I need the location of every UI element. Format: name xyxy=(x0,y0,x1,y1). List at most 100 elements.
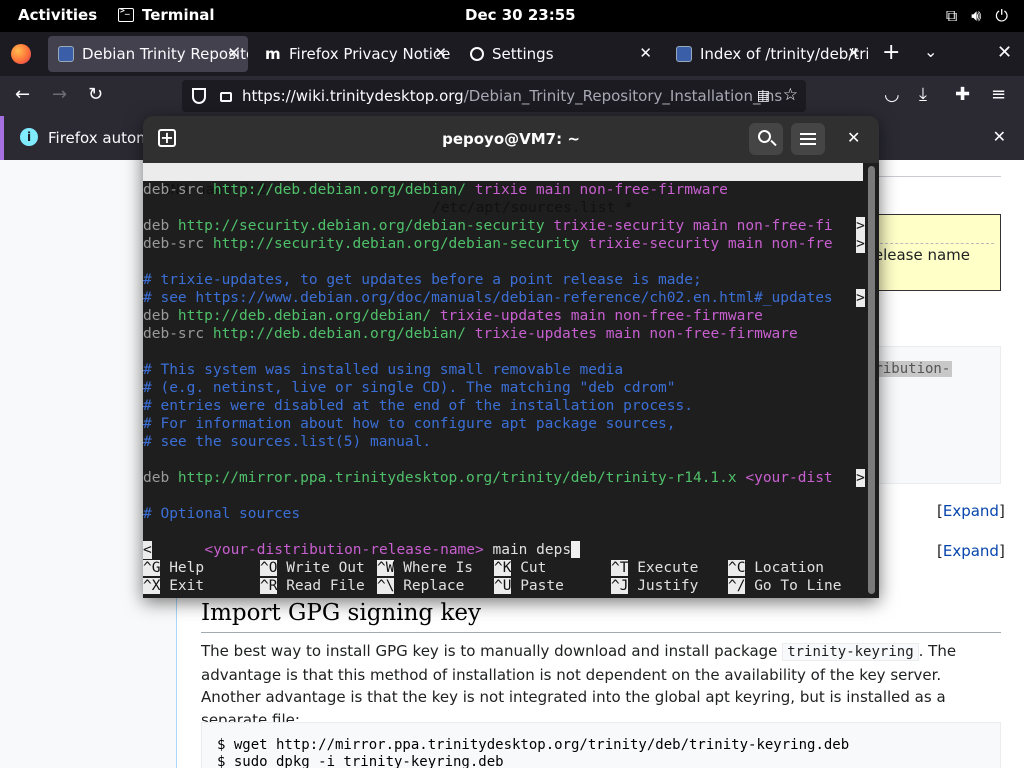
close-icon[interactable]: ✕ xyxy=(847,128,860,147)
tab-index-trinity[interactable]: Index of /trinity/deb/tri ✕ xyxy=(666,36,868,72)
close-icon[interactable]: ✕ xyxy=(434,44,447,62)
terminal-window[interactable]: + pepoyo@VM7: ~ ✕ GNU nano 7.2 /etc/apt/… xyxy=(143,116,879,598)
expand-link[interactable]: Expand xyxy=(943,542,999,560)
source-line[interactable]: # trixie-updates, to get updates before … xyxy=(143,271,702,289)
divider xyxy=(201,632,1001,633)
shortcut-item[interactable]: ^J Justify xyxy=(611,577,698,595)
source-url: http://deb.debian.org/debian/ xyxy=(212,182,475,198)
shortcut-item[interactable]: ^C Location xyxy=(728,559,824,577)
tab-label: Debian Trinity Reposito xyxy=(82,45,248,63)
note-box: release name xyxy=(863,214,1001,291)
source-line[interactable]: deb http://mirror.ppa.trinitydesktop.org… xyxy=(143,469,865,487)
terminal-icon xyxy=(118,6,134,22)
expand-toggle[interactable]: [Expand] xyxy=(937,502,1005,520)
source-line[interactable]: deb-src http://deb.debian.org/debian/ tr… xyxy=(143,181,728,199)
hamburger-menu-icon[interactable]: ≡ xyxy=(991,84,1006,105)
source-type: deb xyxy=(143,218,178,234)
line-overflow-marker: > xyxy=(856,217,865,235)
nano-editor[interactable]: GNU nano 7.2 /etc/apt/sources.list * deb… xyxy=(143,163,865,598)
source-url: http://security.debian.org/debian-securi… xyxy=(177,218,554,234)
line-overflow-marker: > xyxy=(856,469,865,487)
comment-text: # see https://www.debian.org/doc/manuals… xyxy=(143,290,833,306)
tab-privacy-notice[interactable]: m Firefox Privacy Notice — ✕ xyxy=(255,36,455,72)
section-heading: Import GPG signing key xyxy=(201,600,481,626)
shortcut-item[interactable]: ^O Write Out xyxy=(260,559,365,577)
source-url: http://security.debian.org/debian-securi… xyxy=(212,236,589,252)
tab-debian-trinity[interactable]: Debian Trinity Reposito ✕ xyxy=(48,36,248,72)
source-line[interactable]: deb-src http://deb.debian.org/debian/ tr… xyxy=(143,325,798,343)
source-line[interactable]: # see https://www.debian.org/doc/manuals… xyxy=(143,289,865,307)
tracking-shield-icon[interactable] xyxy=(192,88,206,104)
extensions-icon[interactable]: ✚ xyxy=(955,84,970,105)
line-overflow-marker: > xyxy=(856,235,865,253)
source-components: trixie-security main non-free-fi xyxy=(553,218,833,234)
source-line[interactable]: deb http://security.debian.org/debian-se… xyxy=(143,217,865,235)
shortcut-item[interactable]: ^X Exit xyxy=(143,577,204,595)
expand-link[interactable]: Expand xyxy=(943,502,999,520)
shortcut-label: Paste xyxy=(511,578,564,594)
gnome-top-bar: Activities Terminal Dec 30 23:55 ⧉ 🔊︎ ⏻ xyxy=(0,0,1024,32)
lock-icon[interactable] xyxy=(220,92,232,102)
close-icon[interactable]: ✕ xyxy=(639,44,652,62)
shortcut-item[interactable]: ^\ Replace xyxy=(377,577,464,595)
shortcut-label: Go To Line xyxy=(745,578,842,594)
tab-label: Settings xyxy=(492,45,554,63)
close-icon[interactable]: ✕ xyxy=(227,44,240,62)
expand-toggle[interactable]: [Expand] xyxy=(937,542,1005,560)
shortcut-item[interactable]: ^K Cut xyxy=(494,559,546,577)
shortcut-item[interactable]: ^U Paste xyxy=(494,577,564,595)
shortcut-key: ^/ xyxy=(728,578,746,594)
window-close-icon[interactable]: ✕ xyxy=(997,42,1012,63)
app-menu[interactable]: Terminal xyxy=(118,6,215,24)
source-line[interactable]: # For information about how to configure… xyxy=(143,415,676,433)
clock[interactable]: Dec 30 23:55 xyxy=(465,6,576,24)
system-tray[interactable]: ⧉ 🔊︎ ⏻ xyxy=(946,6,1008,26)
shortcut-label: Write Out xyxy=(277,560,365,576)
terminal-scrollbar[interactable] xyxy=(868,166,875,594)
source-type: deb-src xyxy=(143,326,213,342)
editing-line[interactable]: < <your-distribution-release-name> main d… xyxy=(143,523,581,559)
shortcut-key: ^J xyxy=(611,578,629,594)
shortcut-item[interactable]: ^T Execute xyxy=(611,559,698,577)
source-line[interactable]: deb http://deb.debian.org/debian/ trixie… xyxy=(143,307,763,325)
shortcut-key: ^O xyxy=(260,560,278,576)
section-paragraph: The best way to install GPG key is to ma… xyxy=(201,640,1001,731)
shortcut-item[interactable]: ^W Where Is xyxy=(377,559,473,577)
bracket: ] xyxy=(998,502,1005,520)
source-line[interactable]: # This system was installed using small … xyxy=(143,361,623,379)
reader-view-icon[interactable]: ▤ xyxy=(757,88,770,104)
shortcut-label: Execute xyxy=(628,560,699,576)
comment-text: # For information about how to configure… xyxy=(143,416,676,432)
shortcut-item[interactable]: ^G Help xyxy=(143,559,204,577)
url-bar[interactable]: https://wiki.trinitydesktop.org/Debian_T… xyxy=(182,80,806,112)
source-type: deb xyxy=(143,470,178,486)
comment-text: # trixie-updates, to get updates before … xyxy=(143,272,702,288)
shortcut-label: Exit xyxy=(160,578,205,594)
forward-arrow-icon[interactable]: → xyxy=(52,84,67,105)
firefox-view-icon[interactable] xyxy=(11,44,31,64)
tde-icon xyxy=(58,46,74,62)
navigation-toolbar: ← → ↻ https://wiki.trinitydesktop.org/De… xyxy=(0,76,1024,116)
reload-icon[interactable]: ↻ xyxy=(88,84,103,105)
pocket-icon[interactable]: ◡ xyxy=(884,84,900,105)
search-button[interactable] xyxy=(749,123,783,155)
source-line[interactable]: # see the sources.list(5) manual. xyxy=(143,433,431,451)
shortcut-item[interactable]: ^/ Go To Line xyxy=(728,577,842,595)
new-tab-button[interactable]: + xyxy=(882,42,900,64)
activities-button[interactable]: Activities xyxy=(18,6,97,24)
shortcut-item[interactable]: ^R Read File xyxy=(260,577,365,595)
comment-text: # This system was installed using small … xyxy=(143,362,624,378)
back-arrow-icon[interactable]: ← xyxy=(15,84,30,105)
source-line[interactable]: # entries were disabled at the end of th… xyxy=(143,397,693,415)
source-line[interactable]: # Optional sources xyxy=(143,505,300,523)
source-line[interactable]: deb-src http://security.debian.org/debia… xyxy=(143,235,865,253)
menu-button[interactable] xyxy=(791,123,825,155)
downloads-icon[interactable]: ⤓ xyxy=(919,84,927,105)
bookmark-star-icon[interactable]: ☆ xyxy=(783,85,798,105)
close-icon[interactable]: ✕ xyxy=(847,44,860,62)
list-tabs-chevron-icon[interactable]: ⌄ xyxy=(924,42,937,61)
dist-placeholder: <your-distribution-release-name> xyxy=(204,542,484,558)
source-line[interactable]: # (e.g. netinst, live or single CD). The… xyxy=(143,379,676,397)
close-icon[interactable]: ✕ xyxy=(993,127,1006,146)
tab-settings[interactable]: Settings ✕ xyxy=(460,36,660,72)
